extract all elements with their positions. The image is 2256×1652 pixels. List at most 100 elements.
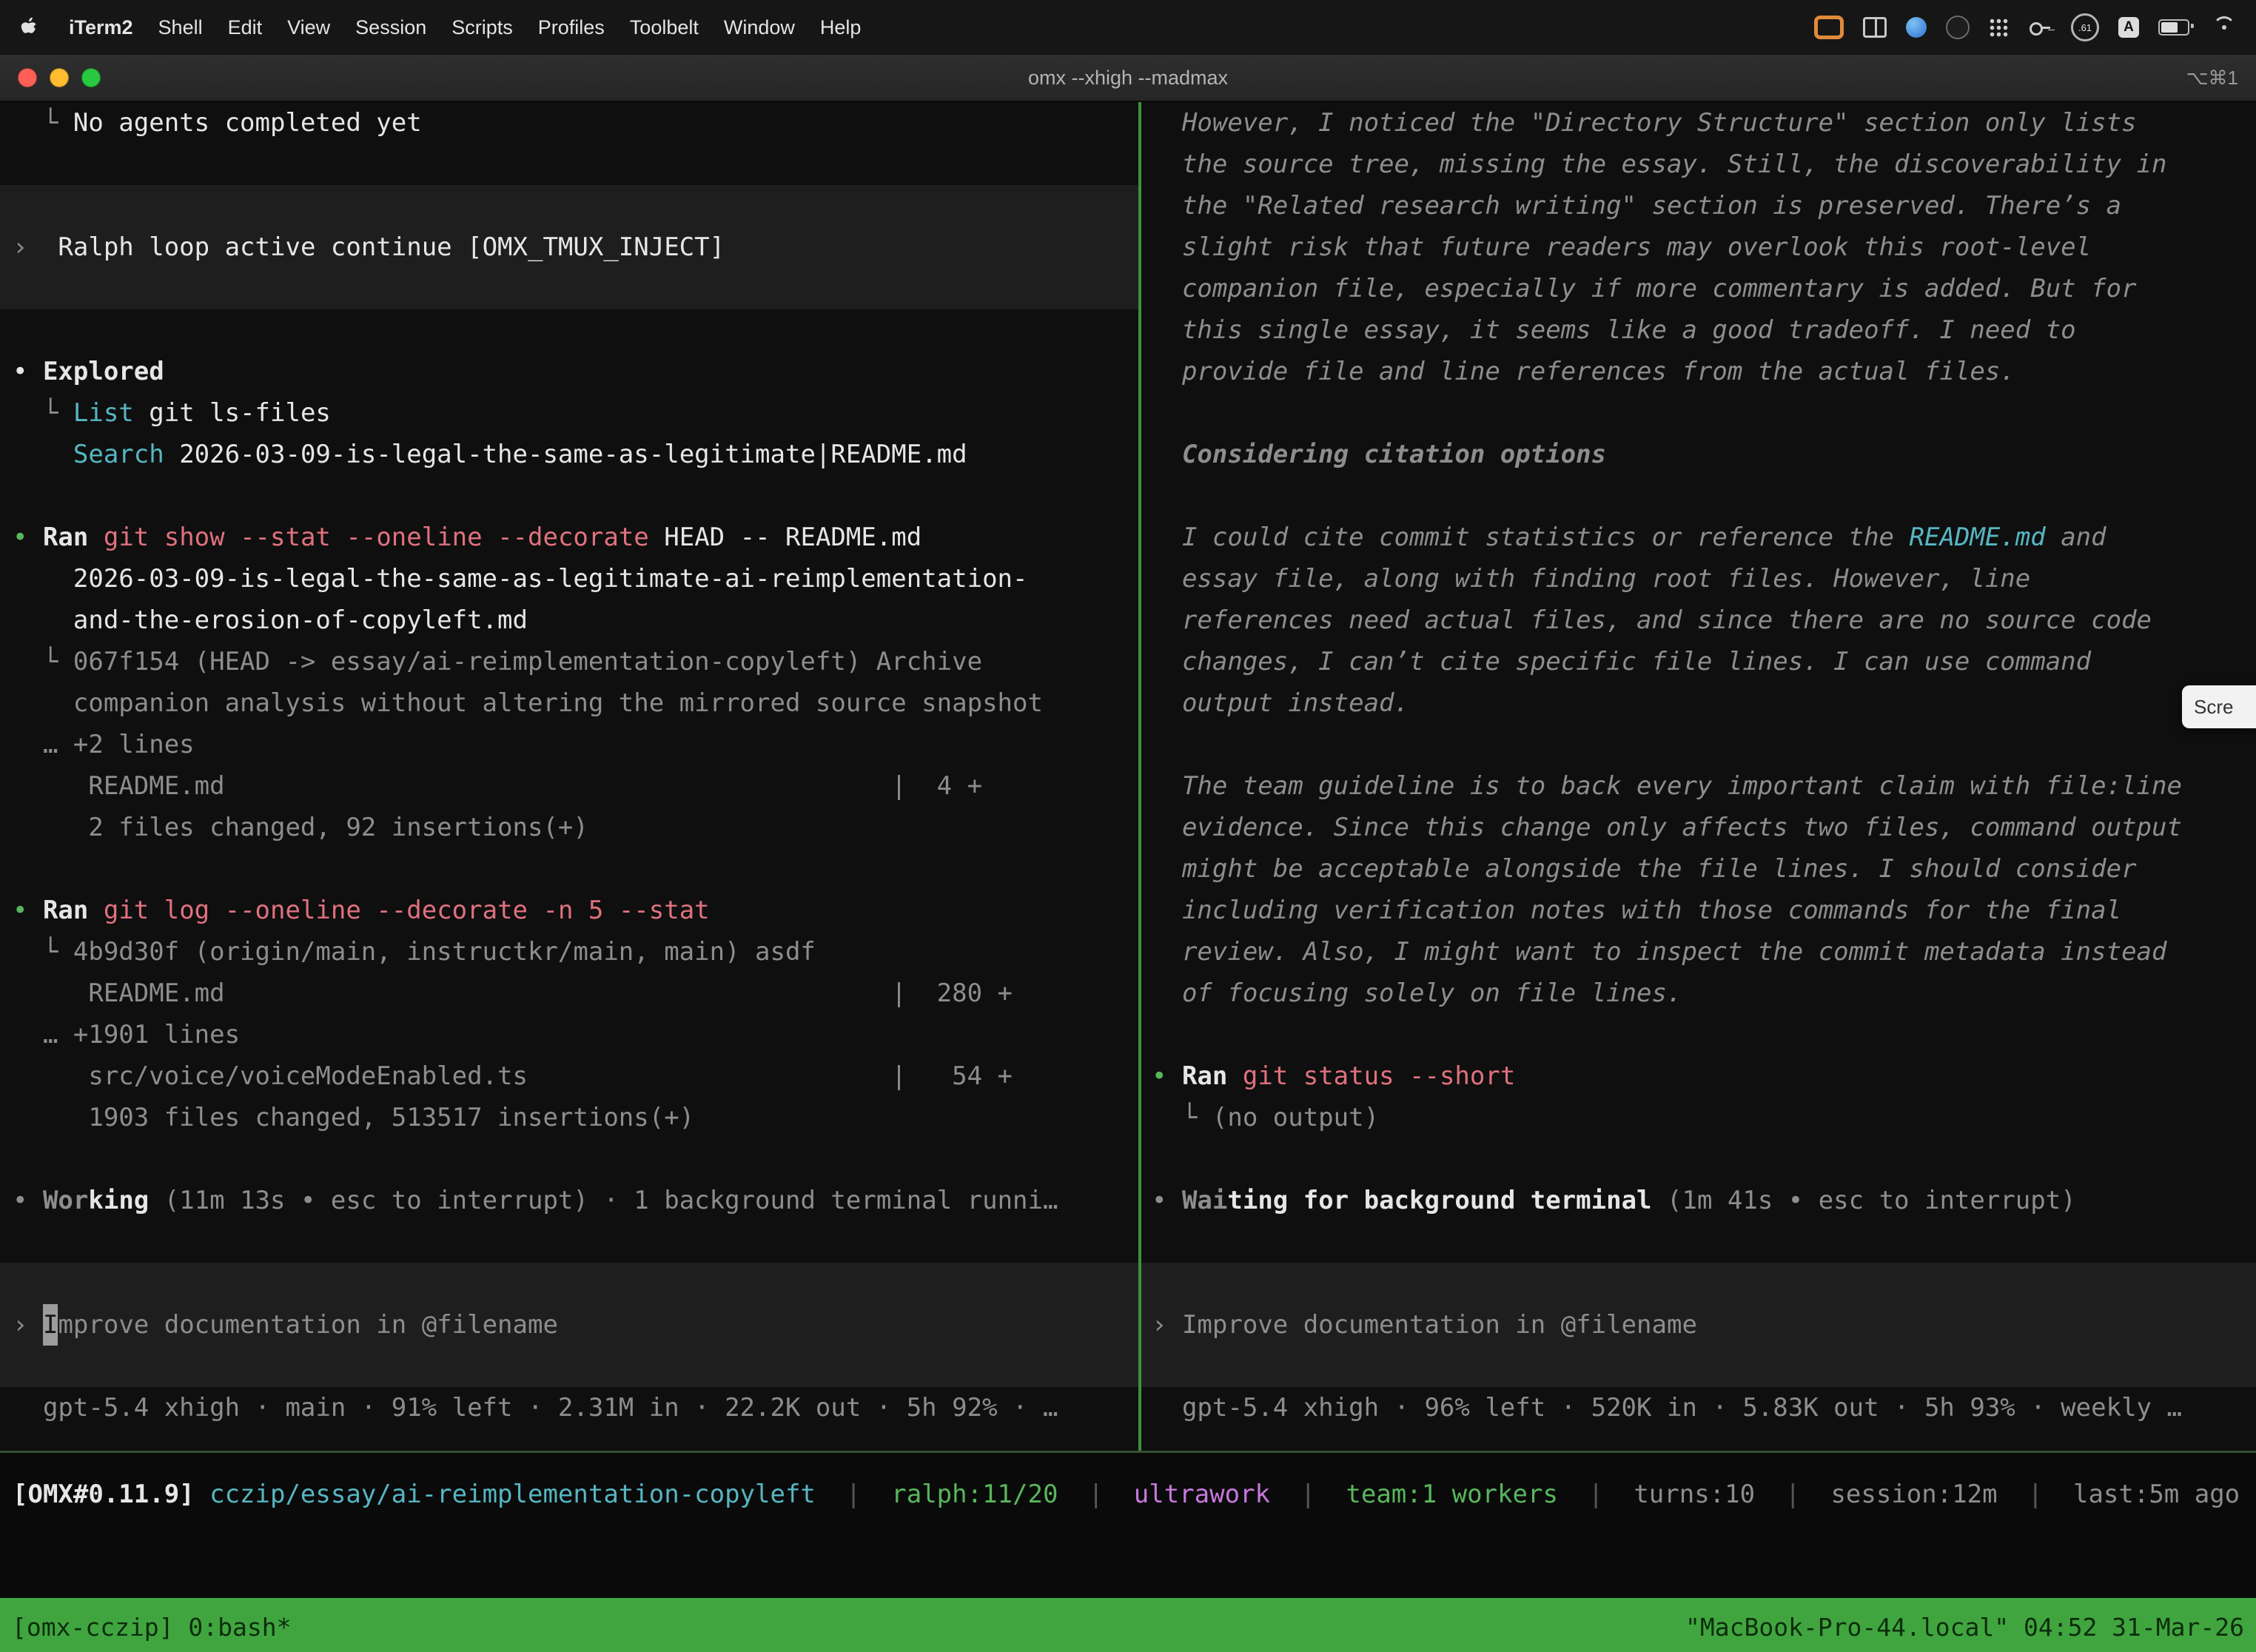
terminal-line: 2 files changed, 92 insertions(+) bbox=[0, 807, 1138, 848]
thinking-heading: Considering citation options bbox=[1141, 434, 2256, 475]
wifi-icon[interactable] bbox=[2213, 16, 2235, 38]
tool-call-ran: • Ran git status --short bbox=[1141, 1055, 2256, 1097]
blank-line bbox=[0, 1221, 1138, 1263]
terminal-line: companion analysis without altering the … bbox=[0, 682, 1138, 724]
blank-line bbox=[0, 144, 1138, 185]
tmux-host-clock: "MacBook-Pro-44.local" 04:52 31-Mar-26 bbox=[1685, 1613, 2244, 1642]
terminal-line: and-the-erosion-of-copyleft.md bbox=[0, 600, 1138, 641]
menu-item-iterm2[interactable]: iTerm2 bbox=[69, 16, 133, 39]
omx-segment: turns:10 bbox=[1634, 1480, 1755, 1509]
terminal-line: README.md | 280 + bbox=[0, 973, 1138, 1014]
menu-item-profiles[interactable]: Profiles bbox=[538, 16, 605, 39]
terminal-line: └ 067f154 (HEAD -> essay/ai-reimplementa… bbox=[0, 641, 1138, 682]
minimize-button[interactable] bbox=[50, 68, 69, 87]
terminal-line: I could cite commit statistics or refere… bbox=[1141, 517, 2256, 558]
menu-item-toolbelt[interactable]: Toolbelt bbox=[630, 16, 699, 39]
terminal-line: 1903 files changed, 513517 insertions(+) bbox=[0, 1097, 1138, 1138]
tmux-status-bar: [omx-cczip] 0:bash* "MacBook-Pro-44.loca… bbox=[0, 1598, 2256, 1652]
blank-line bbox=[0, 475, 1138, 517]
terminal-line: of focusing solely on file lines. bbox=[1141, 973, 2256, 1014]
omx-segment: ralph:11/20 bbox=[891, 1480, 1058, 1509]
dots-grid-icon[interactable] bbox=[1989, 18, 2009, 38]
window-shortcut-badge: ⌥⌘1 bbox=[2186, 67, 2238, 90]
terminal-line: references need actual files, and since … bbox=[1141, 600, 2256, 641]
blue-app-icon[interactable] bbox=[1906, 17, 1927, 38]
window-title: omx --xhigh --madmax bbox=[0, 67, 2256, 90]
omx-segment: session:12m bbox=[1830, 1480, 1997, 1509]
tooltip-text: Scre bbox=[2194, 696, 2233, 719]
tiles-icon[interactable] bbox=[1863, 17, 1887, 38]
screen-recording-indicator[interactable] bbox=[1814, 16, 1844, 39]
omx-segment: | bbox=[1270, 1480, 1346, 1509]
tool-call-ran: • Ran git log --oneline --decorate -n 5 … bbox=[0, 890, 1138, 931]
working-status: • Working (11m 13s • esc to interrupt) ·… bbox=[0, 1180, 1138, 1221]
menu-item-scripts[interactable]: Scripts bbox=[451, 16, 513, 39]
blank-line bbox=[1141, 392, 2256, 434]
prompt-input[interactable]: › Improve documentation in @filename bbox=[1141, 1263, 2256, 1387]
terminal-area: └ No agents completed yet› Ralph loop ac… bbox=[0, 102, 2256, 1453]
terminal-line: However, I noticed the "Directory Struct… bbox=[1141, 102, 2256, 144]
omx-segment: | bbox=[1998, 1480, 2073, 1509]
blank-line bbox=[0, 1138, 1138, 1180]
omx-status-bar: [OMX#0.11.9] cczip/essay/ai-reimplementa… bbox=[0, 1453, 2256, 1536]
terminal-line: slight risk that future readers may over… bbox=[1141, 226, 2256, 268]
prompt-input[interactable]: › Improve documentation in @filename bbox=[0, 1263, 1138, 1387]
key-icon[interactable] bbox=[2028, 16, 2052, 38]
terminal-line: Search 2026-03-09-is-legal-the-same-as-l… bbox=[0, 434, 1138, 475]
model-status-line: gpt-5.4 xhigh · main · 91% left · 2.31M … bbox=[0, 1387, 1138, 1428]
pane-left[interactable]: └ No agents completed yet› Ralph loop ac… bbox=[0, 102, 1138, 1451]
terminal-line: changes, I can’t cite specific file line… bbox=[1141, 641, 2256, 682]
menu-item-window[interactable]: Window bbox=[724, 16, 795, 39]
omx-segment: [OMX#0.11.9] bbox=[13, 1480, 209, 1509]
menu-item-edit[interactable]: Edit bbox=[228, 16, 263, 39]
terminal-line: README.md | 4 + bbox=[0, 765, 1138, 807]
terminal-line: the "Related research writing" section i… bbox=[1141, 185, 2256, 226]
waiting-status: • Waiting for background terminal (1m 41… bbox=[1141, 1180, 2256, 1221]
terminal-line: … +2 lines bbox=[0, 724, 1138, 765]
title-bar[interactable]: omx --xhigh --madmax ⌥⌘1 bbox=[0, 55, 2256, 102]
menu-item-session[interactable]: Session bbox=[355, 16, 426, 39]
menu-item-help[interactable]: Help bbox=[820, 16, 862, 39]
menu-items: iTerm2 Shell Edit View Session Scripts Profile… bbox=[69, 16, 861, 39]
tmux-session-label: [omx-cczip] 0:bash* bbox=[12, 1613, 292, 1642]
zoom-button[interactable] bbox=[81, 68, 101, 87]
close-button[interactable] bbox=[18, 68, 37, 87]
blank-line bbox=[1141, 724, 2256, 765]
terminal-line: └ No agents completed yet bbox=[0, 102, 1138, 144]
omx-segment: cczip/essay/ai-reimplementation-copyleft bbox=[209, 1480, 816, 1509]
terminal-line: … +1901 lines bbox=[0, 1014, 1138, 1055]
bottom-filler bbox=[0, 1536, 2256, 1598]
omx-segment: team:1 workers bbox=[1346, 1480, 1558, 1509]
dark-app-icon[interactable] bbox=[1946, 16, 1970, 39]
terminal-line: companion file, especially if more comme… bbox=[1141, 268, 2256, 309]
terminal-line: 2026-03-09-is-legal-the-same-as-legitima… bbox=[0, 558, 1138, 600]
terminal-line: The team guideline is to back every impo… bbox=[1141, 765, 2256, 807]
tool-call-ran: • Ran git show --stat --oneline --decora… bbox=[0, 517, 1138, 558]
battery-icon[interactable] bbox=[2158, 19, 2189, 36]
terminal-line: including verification notes with those … bbox=[1141, 890, 2256, 931]
menu-item-shell[interactable]: Shell bbox=[158, 16, 203, 39]
iterm2-window: iTerm2 Shell Edit View Session Scripts Profile… bbox=[0, 0, 2256, 1652]
blank-line bbox=[1141, 1138, 2256, 1180]
tool-call-explored: • Explored bbox=[0, 351, 1138, 392]
terminal-line: src/voice/voiceModeEnabled.ts | 54 + bbox=[0, 1055, 1138, 1097]
blank-line bbox=[1141, 1014, 2256, 1055]
battery-percent-icon[interactable]: .61 bbox=[2071, 13, 2099, 41]
traffic-lights bbox=[18, 68, 101, 87]
pane-right[interactable]: However, I noticed the "Directory Struct… bbox=[1141, 102, 2256, 1451]
terminal-line: └ (no output) bbox=[1141, 1097, 2256, 1138]
terminal-line: review. Also, I might want to inspect th… bbox=[1141, 931, 2256, 973]
terminal-line: └ List git ls-files bbox=[0, 392, 1138, 434]
screen-notification-tooltip: Scre bbox=[2182, 685, 2256, 728]
terminal-line: output instead. bbox=[1141, 682, 2256, 724]
omx-segment: ultrawork bbox=[1134, 1480, 1270, 1509]
terminal-line: this single essay, it seems like a good … bbox=[1141, 309, 2256, 351]
menu-item-view[interactable]: View bbox=[287, 16, 330, 39]
terminal-line: provide file and line references from th… bbox=[1141, 351, 2256, 392]
apple-icon[interactable] bbox=[21, 16, 39, 38]
model-status-line: gpt-5.4 xhigh · 96% left · 520K in · 5.8… bbox=[1141, 1387, 2256, 1428]
terminal-line: └ 4b9d30f (origin/main, instructkr/main,… bbox=[0, 931, 1138, 973]
omx-segment: | bbox=[1058, 1480, 1133, 1509]
omx-segment: | bbox=[1755, 1480, 1830, 1509]
input-source-icon[interactable]: A bbox=[2118, 17, 2139, 38]
